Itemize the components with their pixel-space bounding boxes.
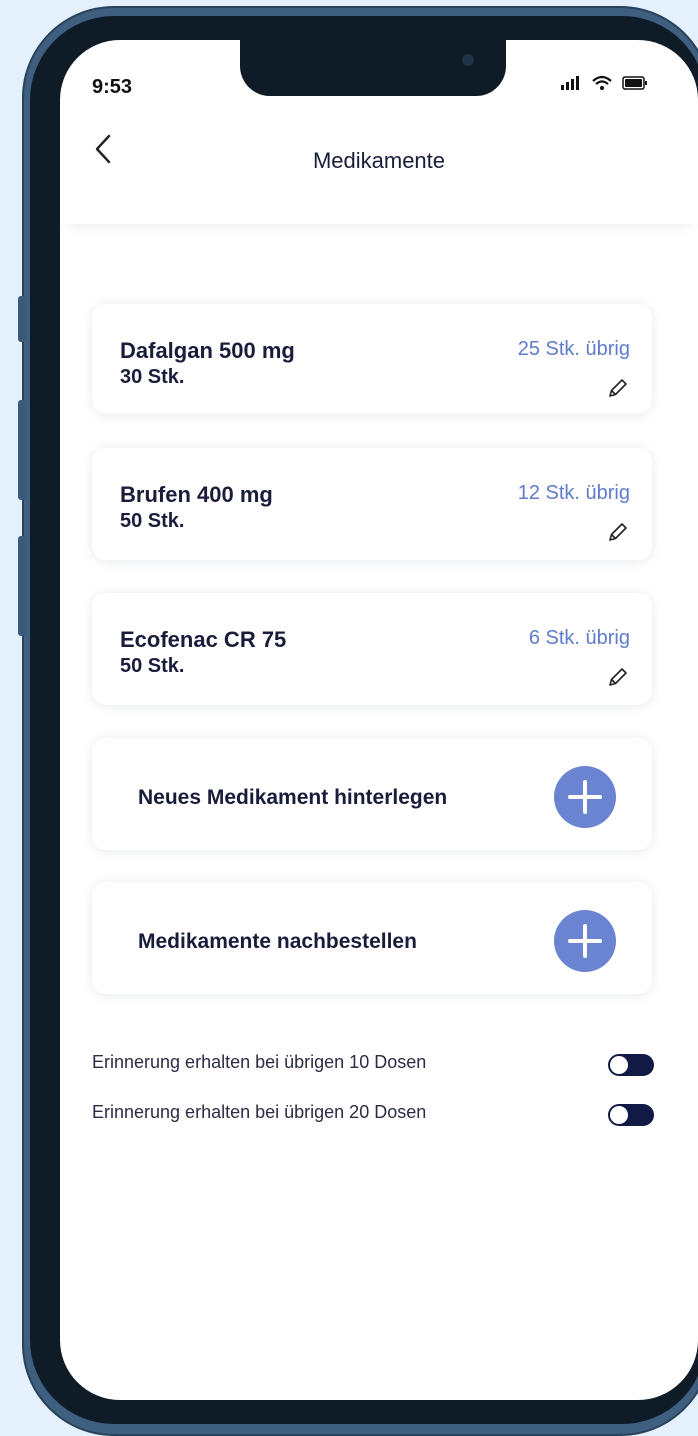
remaining-count: 12 Stk. übrig xyxy=(517,482,630,504)
medication-name: Dafalgan 500 mg xyxy=(120,338,295,363)
mute-switch xyxy=(18,296,26,342)
remaining-count: 25 Stk. übrig xyxy=(517,338,630,360)
app-screen: 9:53 Medikamente Dafalgan 500 mg 30 Stk.… xyxy=(60,40,698,1400)
pencil-icon[interactable] xyxy=(606,376,630,400)
page-title: Medikamente xyxy=(312,148,446,173)
top-app-bar: Medikamente xyxy=(60,104,698,224)
reminder-toggle[interactable] xyxy=(608,1104,654,1126)
remaining-count: 6 Stk. übrig xyxy=(528,627,630,649)
plus-circle-icon[interactable] xyxy=(554,766,616,828)
medication-name: Ecofenac CR 75 xyxy=(120,627,287,652)
add-medication-card[interactable]: Neues Medikament hinterlegen xyxy=(92,738,652,850)
medication-quantity: 30 Stk. xyxy=(120,366,185,388)
reminder-label: Erinnerung erhalten bei übrigen 10 Dosen xyxy=(92,1052,427,1072)
battery-icon xyxy=(622,76,648,90)
camera-icon xyxy=(462,54,474,66)
volume-down-button xyxy=(18,536,26,636)
volume-up-button xyxy=(18,400,26,500)
medication-card[interactable]: Brufen 400 mg 50 Stk. 12 Stk. übrig xyxy=(92,448,652,560)
plus-circle-icon[interactable] xyxy=(554,910,616,972)
reminder-toggle[interactable] xyxy=(608,1054,654,1076)
medication-card[interactable]: Dafalgan 500 mg 30 Stk. 25 Stk. übrig xyxy=(92,304,652,414)
medication-card[interactable]: Ecofenac CR 75 50 Stk. 6 Stk. übrig xyxy=(92,593,652,705)
reminder-label: Erinnerung erhalten bei übrigen 20 Dosen xyxy=(92,1102,427,1122)
medication-name: Brufen 400 mg xyxy=(120,482,273,507)
pencil-icon[interactable] xyxy=(606,520,630,544)
add-medication-label: Neues Medikament hinterlegen xyxy=(138,786,448,809)
medication-quantity: 50 Stk. xyxy=(120,655,185,677)
wifi-icon xyxy=(592,76,612,91)
toggle-knob xyxy=(610,1106,628,1124)
status-time: 9:53 xyxy=(92,76,133,98)
status-icons xyxy=(560,72,648,93)
signal-icon xyxy=(561,76,579,91)
notch xyxy=(240,40,506,96)
pencil-icon[interactable] xyxy=(606,665,630,689)
medication-quantity: 50 Stk. xyxy=(120,510,185,532)
toggle-knob xyxy=(610,1056,628,1074)
reorder-medication-card[interactable]: Medikamente nachbestellen xyxy=(92,882,652,994)
reorder-medication-label: Medikamente nachbestellen xyxy=(138,930,417,953)
